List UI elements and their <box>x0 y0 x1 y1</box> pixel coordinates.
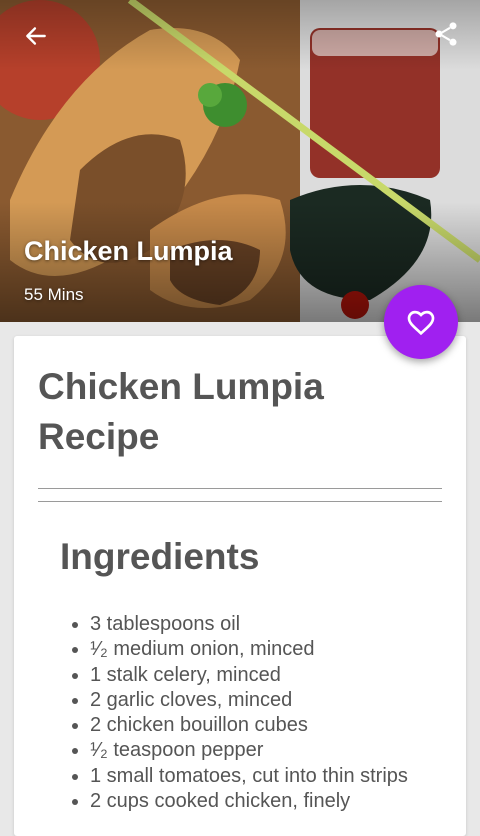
list-item: 2 garlic cloves, minced <box>72 688 452 713</box>
list-item: 1 small tomatoes, cut into thin strips <box>72 764 452 789</box>
list-item: ¹⁄₂ teaspoon pepper <box>72 738 452 763</box>
header-title: Chicken Lumpia <box>24 236 233 266</box>
share-button[interactable] <box>428 16 464 52</box>
hero-image: Chicken Lumpia 55 Mins <box>0 0 480 322</box>
list-item: 2 cups cooked chicken, finely <box>72 789 452 814</box>
list-item: 2 chicken bouillon cubes <box>72 713 452 738</box>
back-button[interactable] <box>18 18 54 54</box>
recipe-title: Chicken Lumpia Recipe <box>38 366 324 457</box>
heart-outline-icon <box>407 310 435 336</box>
divider <box>38 488 442 489</box>
arrow-left-icon <box>26 27 46 45</box>
cook-time: 55 Mins <box>24 285 84 304</box>
ingredients-heading: Ingredients <box>60 536 260 577</box>
list-item: ¹⁄₂ medium onion, minced <box>72 637 452 662</box>
divider <box>38 501 442 502</box>
share-icon <box>435 22 457 46</box>
list-item: 1 stalk celery, minced <box>72 663 452 688</box>
recipe-card: Chicken Lumpia Recipe Ingredients 3 tabl… <box>14 336 466 836</box>
ingredients-list: 3 tablespoons oil ¹⁄₂ medium onion, minc… <box>72 612 452 814</box>
list-item: 3 tablespoons oil <box>72 612 452 637</box>
favorite-button[interactable] <box>384 285 458 359</box>
